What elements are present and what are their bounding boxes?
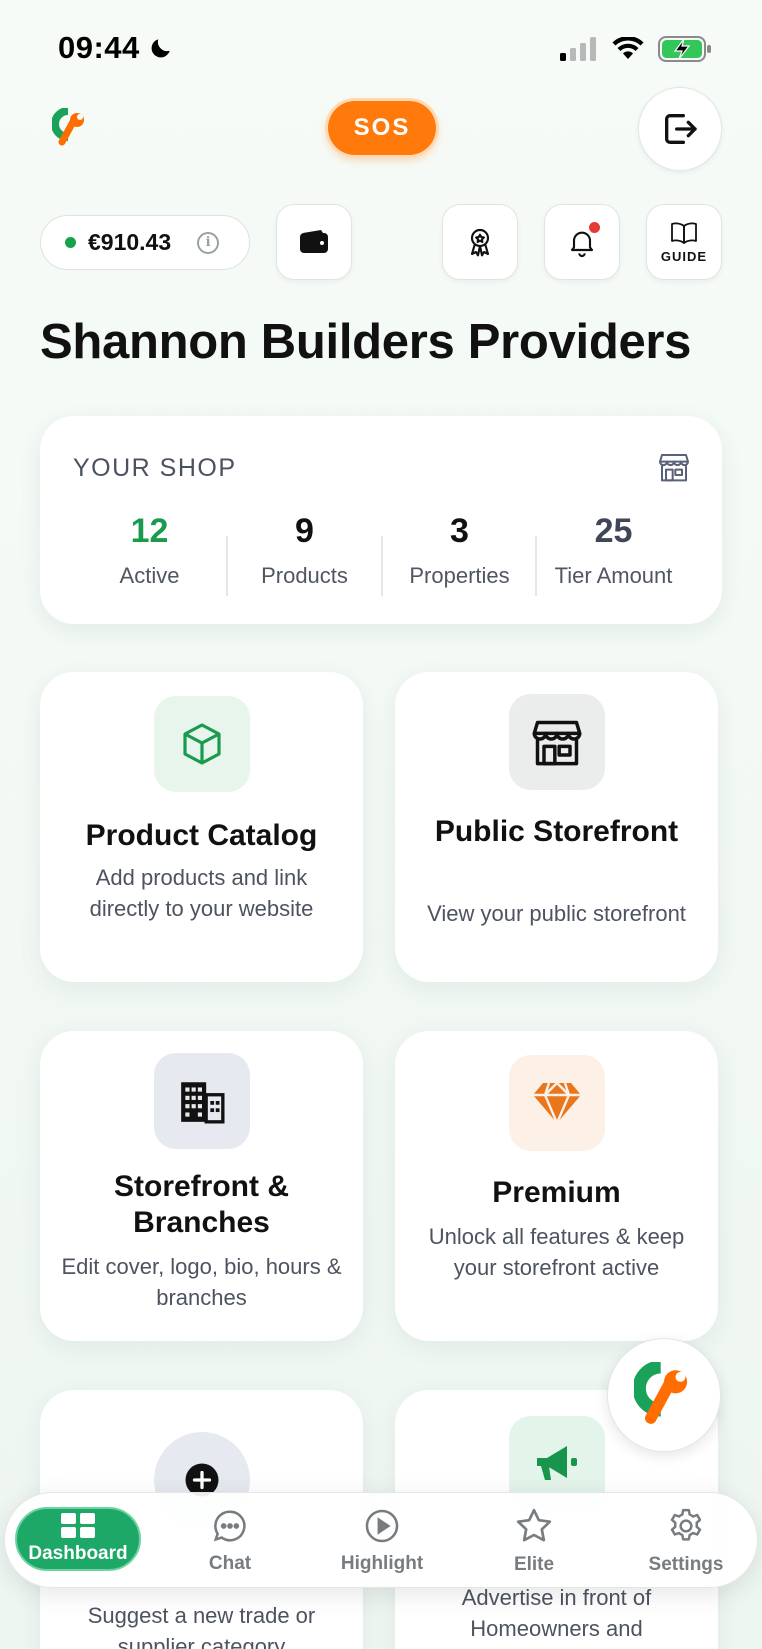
- stat-products: 9 Products: [227, 512, 382, 589]
- your-shop-card: YOUR SHOP 12 Active 9 Products 3 Propert…: [40, 416, 722, 624]
- page-title: Shannon Builders Providers: [40, 315, 692, 369]
- gear-icon: [670, 1508, 702, 1541]
- stat-active-label: Active: [119, 563, 180, 588]
- wifi-icon: [612, 37, 644, 59]
- notifications-button[interactable]: [544, 204, 620, 280]
- nav-label: Chat: [208, 1553, 252, 1574]
- play-circle-icon: [365, 1509, 399, 1543]
- nav-elite[interactable]: Elite: [469, 1493, 599, 1589]
- store-icon: [532, 720, 581, 766]
- star-icon: [516, 1508, 552, 1542]
- tile-icon-bg: [508, 1055, 605, 1151]
- tile-title: Storefront & Branches: [114, 1170, 289, 1239]
- wallet-button[interactable]: [276, 204, 352, 280]
- stat-tier-value: 25: [594, 512, 633, 550]
- wallet-balance-pill[interactable]: €910.43 i: [40, 215, 250, 270]
- nav-label: Settings: [648, 1554, 724, 1575]
- status-time: 09:44: [58, 30, 174, 66]
- info-icon[interactable]: i: [197, 231, 220, 254]
- stat-properties: 3 Properties: [382, 512, 537, 589]
- stat-products-label: Products: [261, 563, 348, 588]
- nav-highlight[interactable]: Highlight: [317, 1493, 447, 1589]
- notification-badge: [589, 222, 600, 233]
- online-status-dot: [65, 237, 76, 248]
- nav-label: Highlight: [340, 1553, 424, 1574]
- stat-active-value: 12: [130, 512, 169, 550]
- assistant-fab[interactable]: [607, 1338, 721, 1452]
- tile-description: View your public storefront: [427, 901, 686, 926]
- nav-label: Dashboard: [28, 1543, 128, 1564]
- cube-icon: [182, 723, 221, 765]
- balance-amount: €910.43: [88, 229, 172, 255]
- nav-label: Elite: [513, 1554, 555, 1575]
- tile-storefront-branches[interactable]: Storefront & Branches Edit cover, logo, …: [40, 1031, 363, 1341]
- logout-button[interactable]: [638, 87, 722, 171]
- rewards-button[interactable]: [442, 204, 518, 280]
- tile-description: Advertise in front of Homeowners and: [461, 1585, 652, 1641]
- chat-bubble-icon: [213, 1510, 246, 1542]
- app-logo-icon: [51, 107, 84, 146]
- app-logo-icon: [634, 1362, 688, 1424]
- book-open-icon: [671, 222, 697, 244]
- stat-tier-amount: 25 Tier Amount: [536, 512, 691, 589]
- tile-icon-bg: [153, 1053, 250, 1149]
- stat-properties-label: Properties: [409, 563, 510, 588]
- tile-description: Add products and link directly to your w…: [89, 865, 314, 921]
- tile-title: Premium: [492, 1176, 621, 1209]
- app-logo[interactable]: [51, 107, 88, 153]
- nav-dashboard[interactable]: Dashboard: [15, 1507, 141, 1571]
- tile-icon-bg: [153, 696, 250, 792]
- tile-icon-bg: [508, 694, 605, 790]
- tile-public-storefront[interactable]: Public Storefront View your public store…: [395, 672, 718, 982]
- shop-store-icon: [659, 454, 689, 482]
- nav-settings[interactable]: Settings: [621, 1493, 751, 1589]
- megaphone-icon: [536, 1446, 577, 1480]
- status-indicators: [560, 36, 712, 62]
- buildings-icon: [180, 1082, 224, 1124]
- moon-icon: [151, 39, 170, 58]
- signal-icon: [560, 37, 596, 61]
- tile-description: Edit cover, logo, bio, hours & branches: [61, 1254, 342, 1310]
- sos-button[interactable]: SOS: [328, 101, 436, 155]
- stat-properties-value: 3: [450, 512, 469, 550]
- clock-text: 09:44: [58, 30, 140, 65]
- nav-chat[interactable]: Chat: [165, 1493, 295, 1589]
- stat-tier-label: Tier Amount: [554, 563, 673, 588]
- grid-icon: [61, 1513, 95, 1538]
- tile-title: Product Catalog: [85, 819, 318, 852]
- battery-charging-icon: [658, 36, 711, 62]
- guide-button[interactable]: GUIDE: [646, 204, 722, 280]
- wallet-icon: [300, 230, 328, 253]
- bottom-nav: Dashboard Chat Highlight Elite Settings: [4, 1492, 758, 1588]
- stat-active: 12 Active: [72, 512, 227, 589]
- diamond-icon: [532, 1081, 581, 1124]
- tile-product-catalog[interactable]: Product Catalog Add products and link di…: [40, 672, 363, 982]
- stat-products-value: 9: [295, 512, 314, 550]
- shop-section-label: YOUR SHOP: [73, 454, 237, 482]
- award-ribbon-icon: [470, 228, 490, 257]
- logout-icon: [665, 114, 697, 144]
- tile-title: Public Storefront: [434, 815, 679, 848]
- tile-description: Suggest a new trade or supplier category: [87, 1603, 316, 1649]
- tile-description: Unlock all features & keep your storefro…: [428, 1224, 685, 1280]
- tile-premium[interactable]: Premium Unlock all features & keep your …: [395, 1031, 718, 1341]
- guide-label: GUIDE: [660, 248, 708, 264]
